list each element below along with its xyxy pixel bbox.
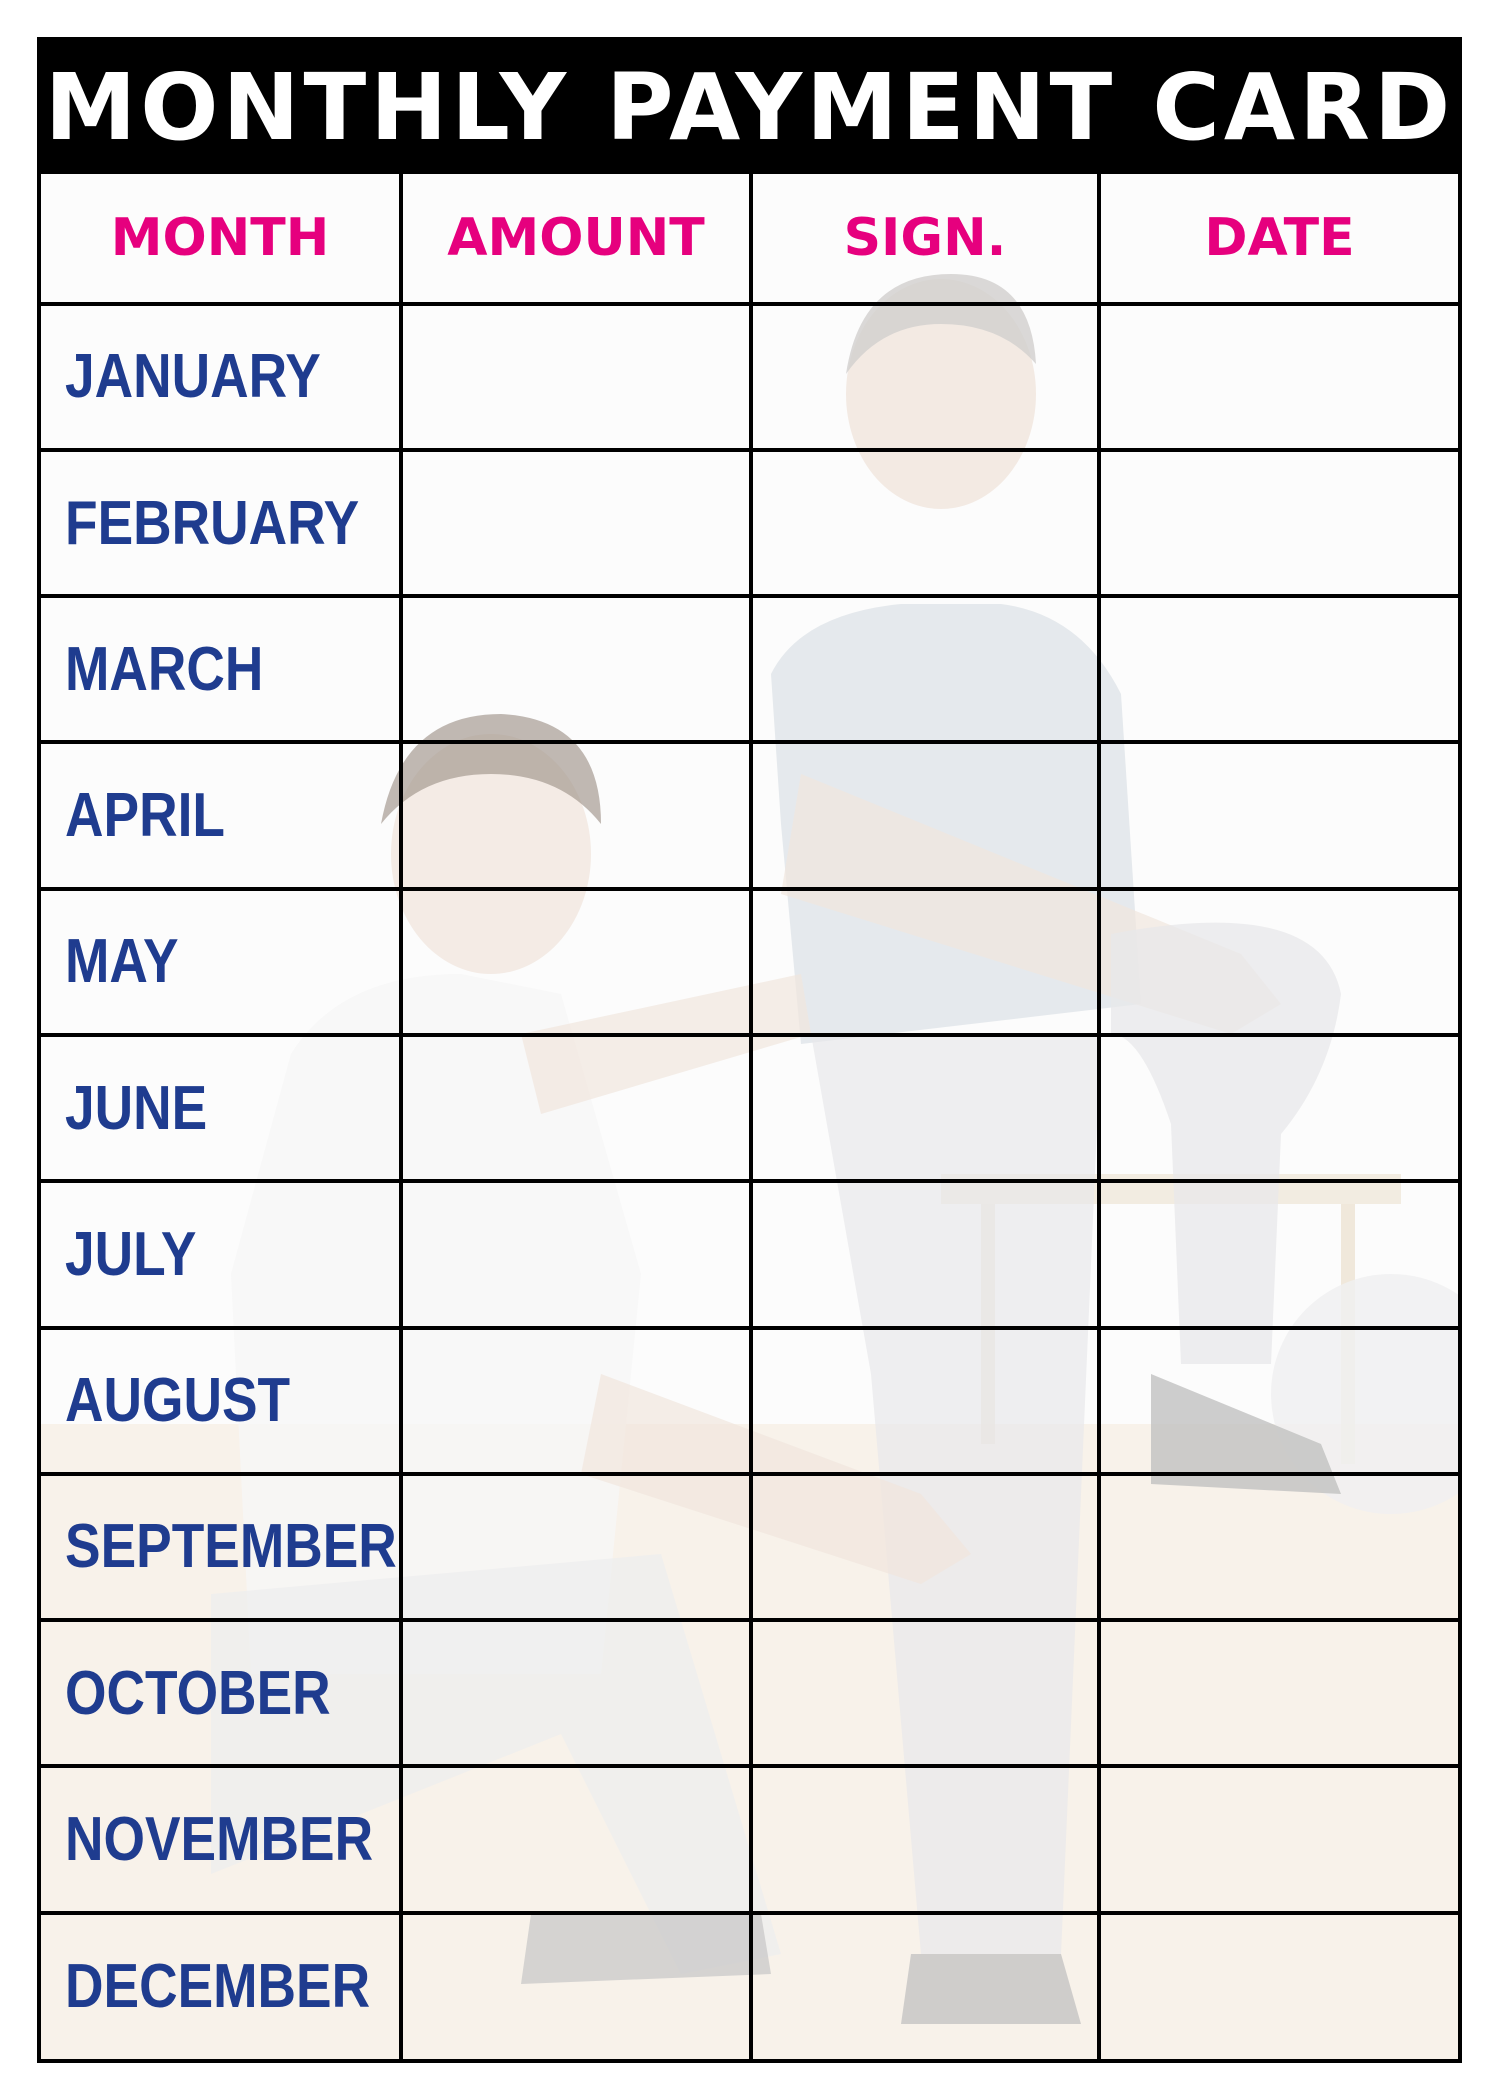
sign-cell[interactable]	[749, 886, 1101, 1038]
month-label: AUGUST	[41, 1325, 403, 1476]
column-header-date: DATE	[1097, 174, 1458, 306]
table-row: JULY	[41, 1179, 1458, 1330]
table-row: MAY	[41, 886, 1458, 1038]
date-cell[interactable]	[1097, 1618, 1458, 1769]
amount-cell[interactable]	[399, 1033, 753, 1184]
sign-cell[interactable]	[749, 1325, 1101, 1476]
amount-cell[interactable]	[399, 301, 753, 452]
sign-cell[interactable]	[749, 1764, 1101, 1915]
month-label: MARCH	[41, 594, 403, 745]
date-cell[interactable]	[1097, 1471, 1458, 1623]
amount-cell[interactable]	[399, 594, 753, 745]
sign-cell[interactable]	[749, 1471, 1101, 1623]
column-header-amount: AMOUNT	[399, 174, 753, 306]
amount-cell[interactable]	[399, 886, 753, 1038]
table-row: MARCH	[41, 594, 1458, 745]
table-row: APRIL	[41, 740, 1458, 891]
date-cell[interactable]	[1097, 1764, 1458, 1915]
amount-cell[interactable]	[399, 1179, 753, 1330]
date-cell[interactable]	[1097, 301, 1458, 452]
date-cell[interactable]	[1097, 1179, 1458, 1330]
table-row: OCTOBER	[41, 1618, 1458, 1769]
month-label: NOVEMBER	[41, 1764, 403, 1915]
month-label: FEBRUARY	[41, 447, 403, 599]
month-label: JANUARY	[41, 301, 403, 452]
sign-cell[interactable]	[749, 1179, 1101, 1330]
title-bar: MONTHLY PAYMENT CARD	[41, 41, 1458, 174]
date-cell[interactable]	[1097, 447, 1458, 599]
sign-cell[interactable]	[749, 1910, 1101, 2059]
column-header-month: MONTH	[41, 174, 403, 306]
month-label: APRIL	[41, 740, 403, 891]
amount-cell[interactable]	[399, 1910, 753, 2059]
month-label: OCTOBER	[41, 1618, 403, 1769]
amount-cell[interactable]	[399, 740, 753, 891]
table-row: SEPTEMBER	[41, 1471, 1458, 1623]
payment-card: MONTHLY PAYMENT CARD MONTH AMOUNT SIGN. …	[37, 37, 1462, 2063]
date-cell[interactable]	[1097, 1910, 1458, 2059]
amount-cell[interactable]	[399, 1325, 753, 1476]
amount-cell[interactable]	[399, 447, 753, 599]
month-label: JUNE	[41, 1033, 403, 1184]
table-row: FEBRUARY	[41, 447, 1458, 599]
table-row: AUGUST	[41, 1325, 1458, 1476]
amount-cell[interactable]	[399, 1618, 753, 1769]
month-label: JULY	[41, 1179, 403, 1330]
sign-cell[interactable]	[749, 740, 1101, 891]
sign-cell[interactable]	[749, 1033, 1101, 1184]
column-header-sign: SIGN.	[749, 174, 1101, 306]
sign-cell[interactable]	[749, 1618, 1101, 1769]
date-cell[interactable]	[1097, 740, 1458, 891]
table-row: DECEMBER	[41, 1910, 1458, 2059]
amount-cell[interactable]	[399, 1764, 753, 1915]
sign-cell[interactable]	[749, 447, 1101, 599]
card-title: MONTHLY PAYMENT CARD	[44, 53, 1455, 161]
month-label: SEPTEMBER	[41, 1471, 403, 1623]
sign-cell[interactable]	[749, 301, 1101, 452]
sign-cell[interactable]	[749, 594, 1101, 745]
payment-table: MONTH AMOUNT SIGN. DATE JANUARY FEBRUARY…	[41, 174, 1458, 2059]
date-cell[interactable]	[1097, 594, 1458, 745]
table-row: JUNE	[41, 1033, 1458, 1184]
month-label: MAY	[41, 886, 403, 1038]
date-cell[interactable]	[1097, 1033, 1458, 1184]
header-row: MONTH AMOUNT SIGN. DATE	[41, 174, 1458, 306]
table-row: JANUARY	[41, 301, 1458, 452]
month-label: DECEMBER	[41, 1910, 403, 2059]
table-row: NOVEMBER	[41, 1764, 1458, 1915]
date-cell[interactable]	[1097, 886, 1458, 1038]
date-cell[interactable]	[1097, 1325, 1458, 1476]
amount-cell[interactable]	[399, 1471, 753, 1623]
